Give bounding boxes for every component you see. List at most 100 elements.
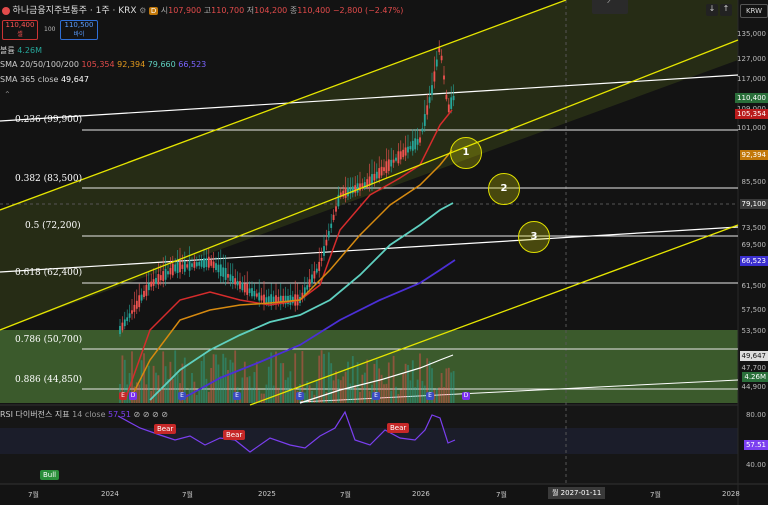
candle bbox=[426, 105, 429, 115]
candle bbox=[239, 281, 241, 289]
candle bbox=[181, 264, 184, 269]
volume-bar bbox=[392, 355, 395, 403]
candle bbox=[222, 267, 225, 277]
volume-bar bbox=[143, 353, 145, 403]
candle bbox=[219, 264, 222, 277]
low-value: 104,200 bbox=[254, 6, 288, 15]
volume-bar bbox=[395, 386, 397, 403]
time-label: 7월 bbox=[182, 491, 193, 499]
earnings-badge[interactable]: E bbox=[233, 392, 241, 400]
volume-bar bbox=[210, 367, 213, 403]
candle bbox=[241, 282, 244, 291]
candle bbox=[289, 295, 292, 305]
volume-bar bbox=[385, 383, 388, 403]
symbol-title[interactable]: 하나금융지주보통주 · 1주 · KRX bbox=[13, 6, 137, 16]
candle bbox=[356, 183, 359, 193]
price-tick: 127,000 bbox=[737, 55, 766, 63]
candle bbox=[435, 59, 438, 67]
volume-bar bbox=[368, 391, 371, 403]
annotation-circle-3[interactable]: 3 bbox=[518, 221, 550, 253]
price-tick: 57,500 bbox=[741, 306, 767, 314]
candle bbox=[452, 95, 455, 101]
candle bbox=[133, 304, 136, 312]
volume-marker: 4.26M bbox=[742, 372, 768, 382]
candle bbox=[123, 319, 126, 327]
sma-legend[interactable]: SMA 20/50/100/200 105,354 92,394 79,660 … bbox=[0, 60, 206, 69]
volume-bar bbox=[255, 361, 258, 403]
volume-bar bbox=[200, 360, 203, 403]
bear-signal: Bear bbox=[223, 430, 246, 440]
annotation-circle-2[interactable]: 2 bbox=[488, 173, 520, 205]
drawing-tool-button[interactable]: ⟋ bbox=[592, 0, 628, 14]
fib-label-0618: 0.618 (62,400) bbox=[15, 268, 83, 278]
volume-bar bbox=[344, 371, 347, 403]
earnings-badge[interactable]: E bbox=[296, 392, 304, 400]
candle bbox=[193, 261, 196, 268]
volume-bar bbox=[263, 393, 265, 403]
volume-bar bbox=[291, 388, 294, 403]
candle bbox=[409, 146, 412, 150]
volume-bar bbox=[414, 387, 417, 403]
chart-canvas[interactable] bbox=[0, 0, 768, 505]
candle bbox=[162, 271, 165, 281]
candle bbox=[246, 283, 249, 295]
candle bbox=[255, 293, 258, 297]
sma-label: SMA 20/50/100/200 bbox=[0, 60, 79, 69]
order-quantity[interactable]: 100 bbox=[44, 26, 55, 33]
candle bbox=[224, 268, 227, 280]
volume-bar bbox=[217, 364, 220, 403]
candle bbox=[414, 138, 417, 150]
sma50-marker: 92,394 bbox=[739, 150, 768, 160]
time-label: 2026 bbox=[412, 490, 430, 498]
volume-legend[interactable]: 볼륨 4.26M bbox=[0, 45, 42, 56]
volume-bar bbox=[349, 383, 352, 403]
price-tick: 117,000 bbox=[737, 75, 766, 83]
volume-bar bbox=[404, 363, 407, 403]
volume-bar bbox=[402, 372, 405, 403]
volume-bar bbox=[440, 373, 443, 403]
candle bbox=[325, 239, 328, 246]
annotation-circle-1[interactable]: 1 bbox=[450, 137, 482, 169]
candle bbox=[217, 264, 220, 273]
rsi-params: 14 close bbox=[72, 410, 106, 419]
volume-bar bbox=[383, 384, 385, 403]
candle bbox=[229, 274, 232, 281]
time-label: 2025 bbox=[258, 490, 276, 498]
candle bbox=[390, 159, 393, 167]
candle bbox=[402, 149, 405, 158]
price-tick: 47,700 bbox=[741, 364, 767, 372]
price-tick: 73,500 bbox=[741, 224, 767, 232]
candle bbox=[198, 261, 201, 266]
buy-button[interactable]: 110,500 바이 bbox=[60, 20, 98, 40]
time-label: 2028 bbox=[722, 490, 740, 498]
collapse-legend-icon[interactable]: ⌃ bbox=[4, 90, 11, 99]
candle bbox=[131, 310, 133, 314]
sma100-value: 79,660 bbox=[147, 60, 176, 69]
sell-price: 110,400 bbox=[5, 21, 35, 29]
volume-bar bbox=[171, 378, 174, 403]
dividend-badge[interactable]: D bbox=[129, 392, 137, 400]
download-icon[interactable]: ↓ bbox=[706, 4, 718, 16]
candle bbox=[188, 260, 191, 271]
volume-label: 볼륨 bbox=[0, 46, 15, 55]
candle bbox=[128, 313, 131, 318]
bear-signal: Bear bbox=[387, 423, 410, 433]
rsi-legend[interactable]: RSI 다이버전스 지표 14 close 57.51 ⊘ ⊘ ⊘ ⊘ bbox=[0, 409, 168, 420]
rsi-hidden-icons[interactable]: ⊘ ⊘ ⊘ ⊘ bbox=[133, 410, 167, 419]
earnings-badge[interactable]: E bbox=[178, 392, 186, 400]
time-label: 7월 bbox=[340, 491, 351, 499]
candle bbox=[378, 168, 381, 179]
settings-icon[interactable]: ⚙ bbox=[139, 6, 146, 15]
candle bbox=[157, 274, 160, 285]
earnings-badge[interactable]: E bbox=[372, 392, 380, 400]
sma365-legend[interactable]: SMA 365 close 49,647 bbox=[0, 75, 89, 84]
earnings-badge[interactable]: E bbox=[119, 392, 127, 400]
earnings-badge[interactable]: E bbox=[426, 392, 434, 400]
currency-selector[interactable]: KRW bbox=[740, 4, 768, 18]
volume-bar bbox=[443, 387, 445, 403]
candle bbox=[313, 271, 316, 279]
candle bbox=[445, 94, 448, 100]
sell-button[interactable]: 110,400 셀 bbox=[2, 20, 38, 40]
dividend-badge[interactable]: D bbox=[462, 392, 470, 400]
up-icon[interactable]: ↑ bbox=[720, 4, 732, 16]
